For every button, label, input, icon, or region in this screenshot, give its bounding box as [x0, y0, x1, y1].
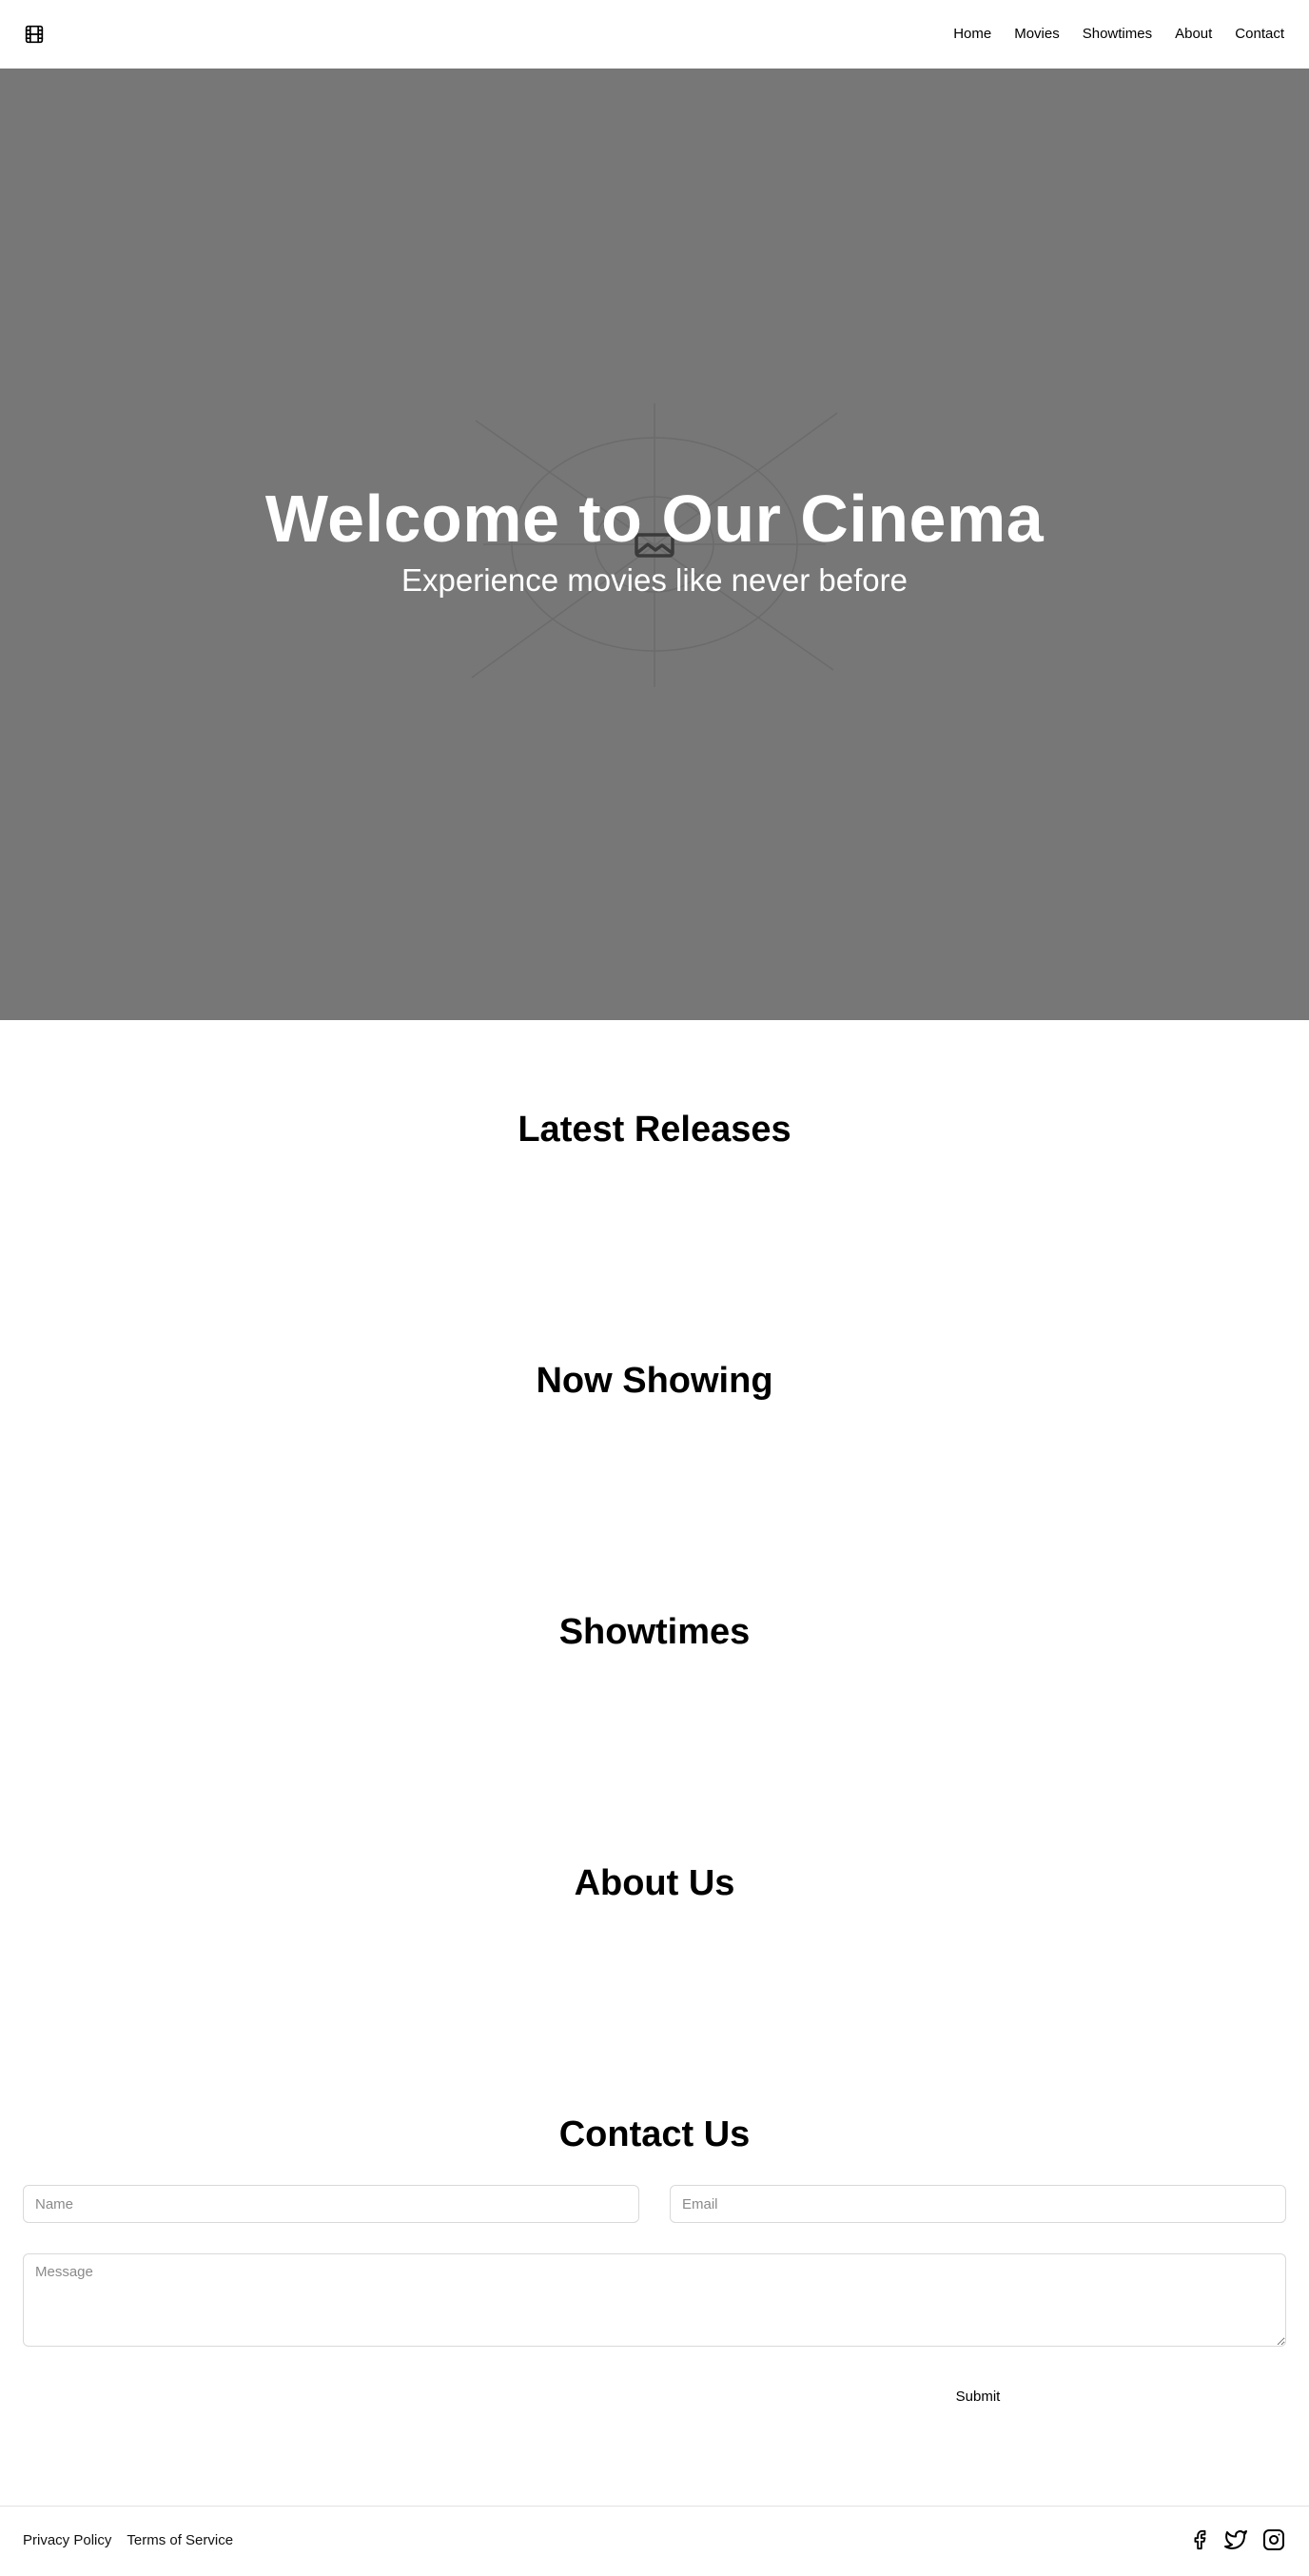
showtimes-heading: Showtimes [558, 1612, 751, 1652]
nav-showtimes-link[interactable]: Showtimes [1071, 23, 1163, 46]
submit-button[interactable]: Submit [936, 2379, 1020, 2413]
nav-movies-link[interactable]: Movies [1003, 23, 1071, 46]
nav-about-link[interactable]: About [1163, 23, 1223, 46]
nav-contact-link[interactable]: Contact [1223, 23, 1286, 46]
email-input[interactable] [670, 2185, 1286, 2223]
footer-divider [0, 2506, 1309, 2507]
twitter-icon[interactable] [1223, 2527, 1248, 2552]
instagram-icon[interactable] [1261, 2527, 1286, 2552]
terms-of-service-link[interactable]: Terms of Service [127, 2529, 233, 2552]
nav-home-link[interactable]: Home [942, 23, 1003, 46]
facebook-icon[interactable] [1187, 2527, 1212, 2552]
hero-subtitle: Experience movies like never before [401, 562, 908, 598]
latest-releases-heading: Latest Releases [518, 1110, 791, 1150]
about-heading: About Us [574, 1863, 735, 1903]
message-textarea[interactable] [23, 2253, 1286, 2347]
now-showing-heading: Now Showing [536, 1361, 773, 1401]
site-header: Home Movies Showtimes About Contact [0, 0, 1309, 69]
name-input[interactable] [23, 2185, 639, 2223]
footer-links: Privacy Policy Terms of Service [23, 2529, 233, 2552]
contact-heading: Contact Us [558, 2114, 751, 2154]
hero-section: Welcome to Our Cinema Experience movies … [0, 69, 1309, 1020]
hero-title: Welcome to Our Cinema [264, 482, 1045, 556]
main-nav: Home Movies Showtimes About Contact [942, 23, 1286, 46]
privacy-policy-link[interactable]: Privacy Policy [23, 2529, 111, 2552]
film-icon[interactable] [23, 23, 46, 46]
